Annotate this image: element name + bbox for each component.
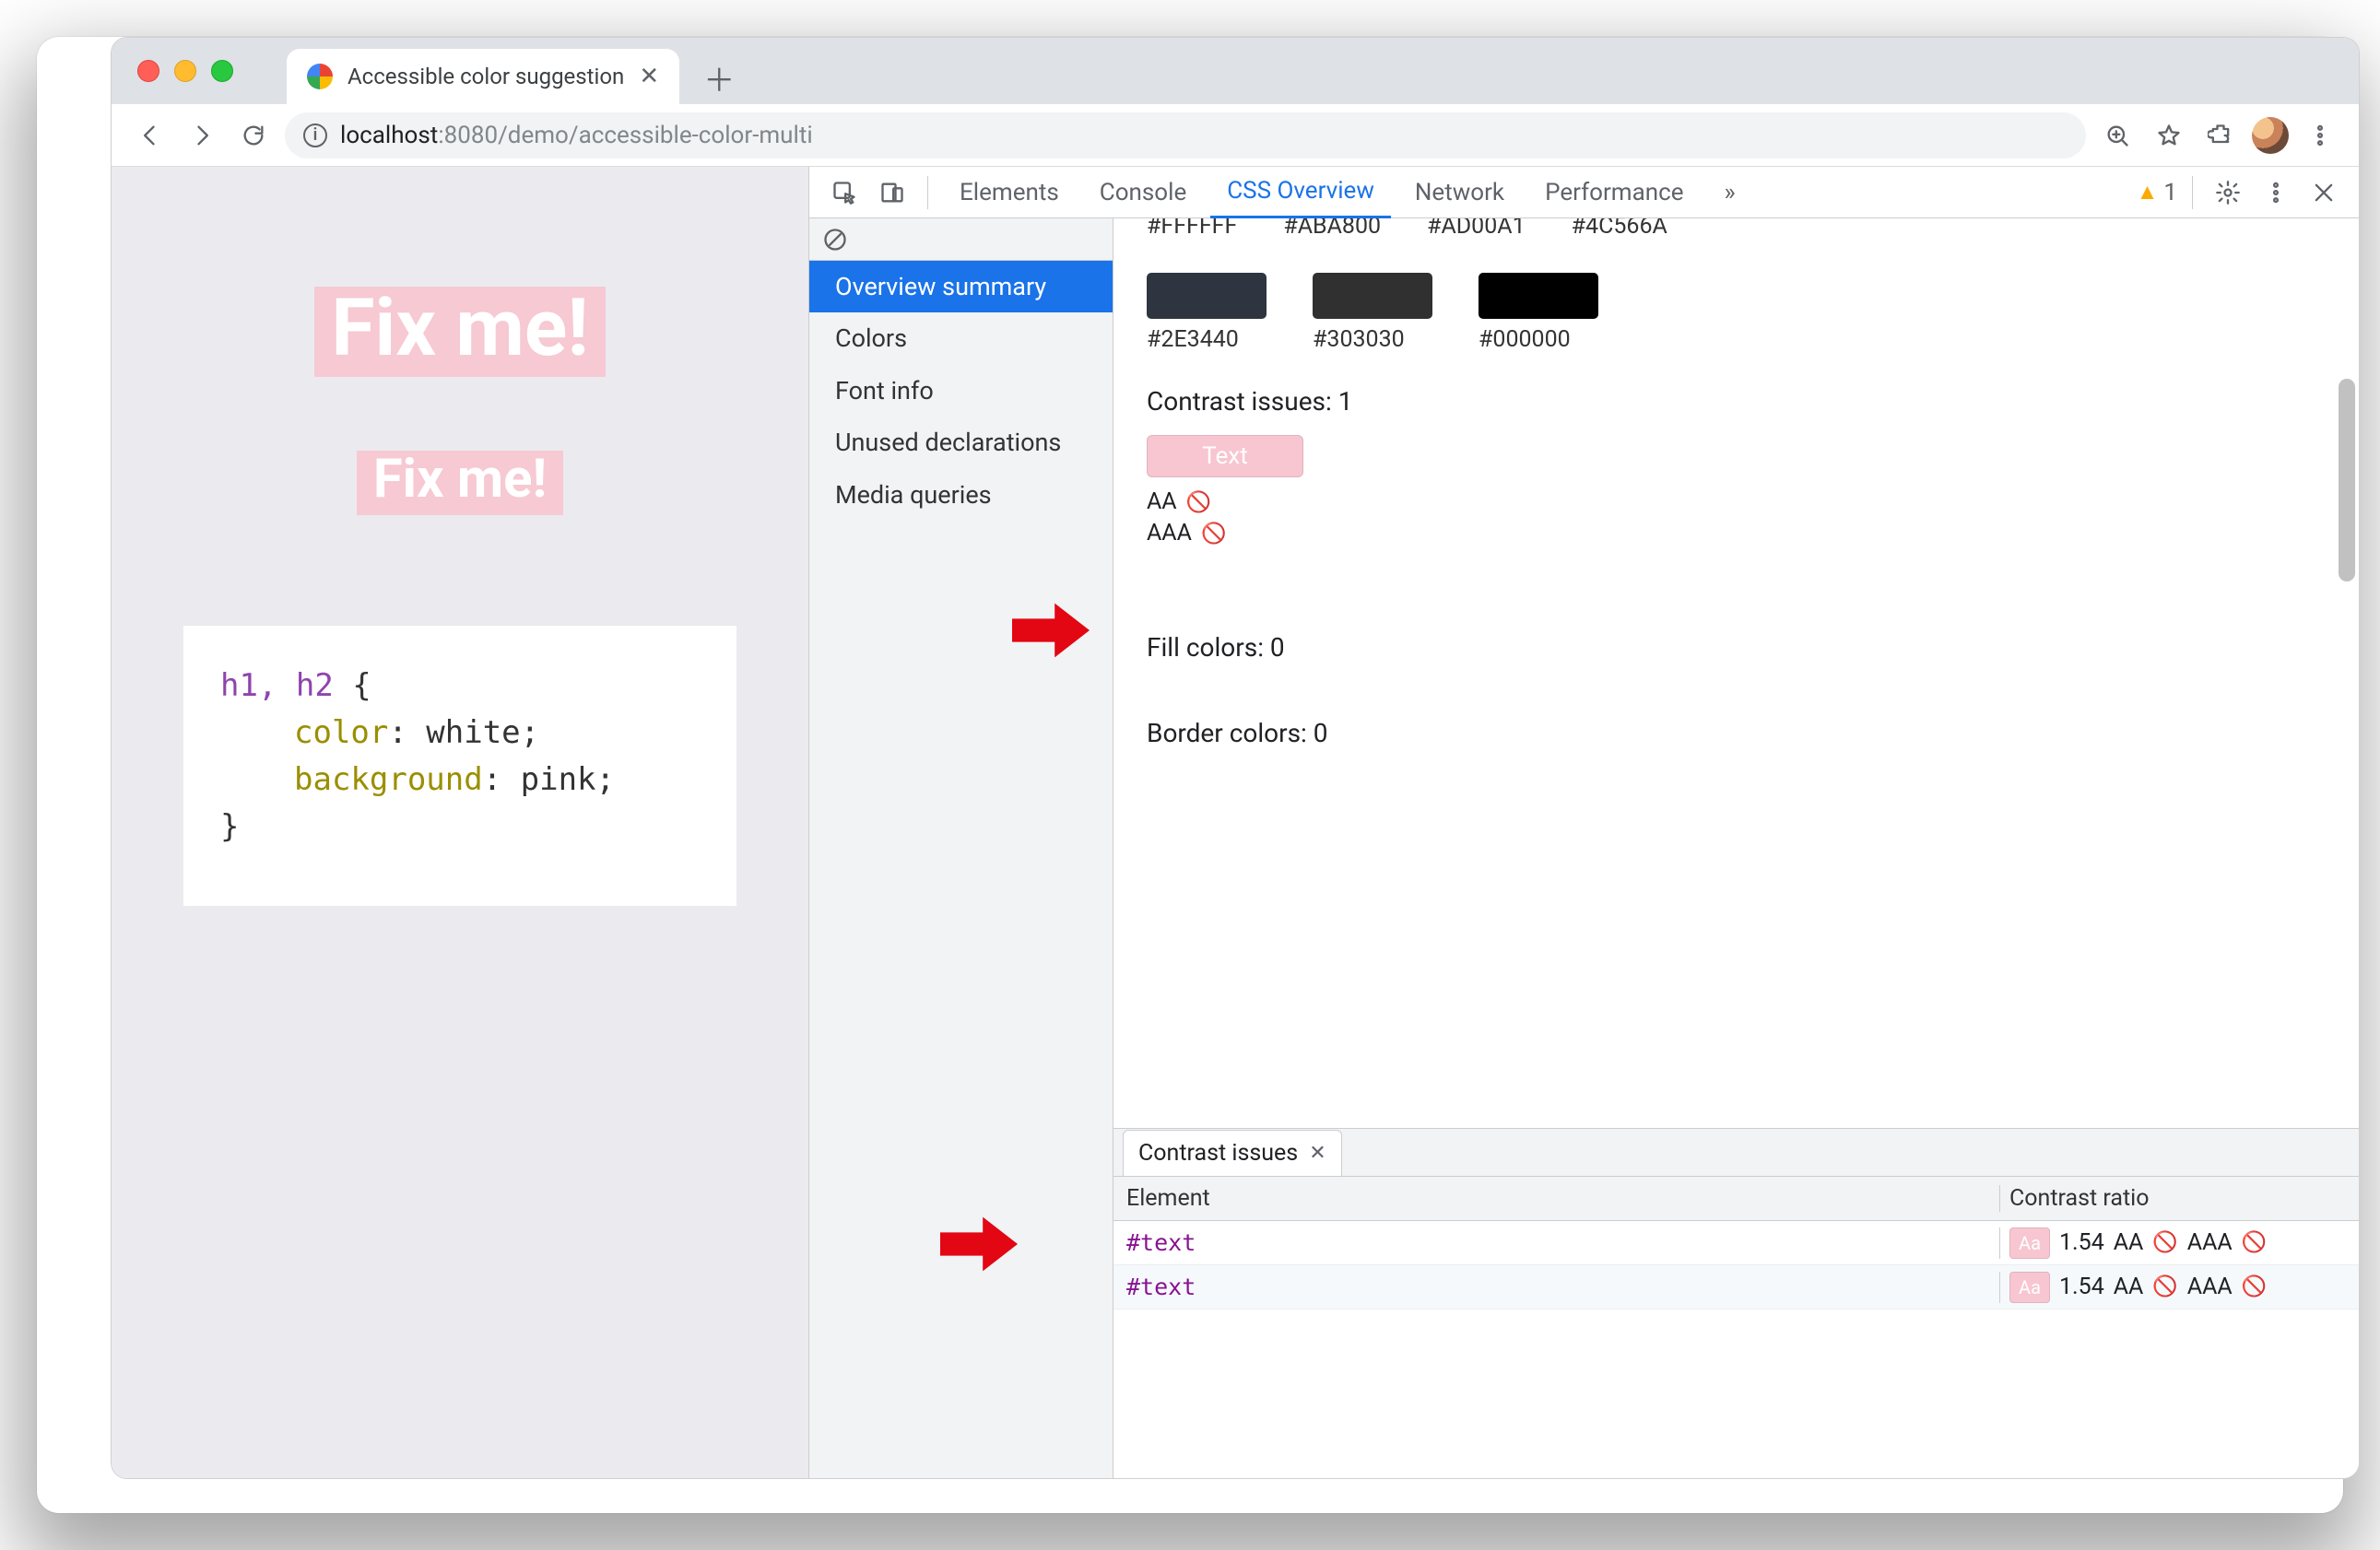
zoom-window-button[interactable] [211, 60, 233, 82]
swatch-label: #303030 [1313, 326, 1432, 353]
contrast-sample-chip: Aa [2009, 1272, 2050, 1303]
extensions-icon[interactable] [2200, 115, 2241, 156]
scrollbar-thumb[interactable] [2339, 379, 2355, 581]
address-bar[interactable]: i localhost:8080/demo/accessible-color-m… [285, 112, 2086, 159]
sidebar-item-media-queries[interactable]: Media queries [809, 469, 1113, 521]
browser-toolbar: i localhost:8080/demo/accessible-color-m… [112, 104, 2359, 167]
fail-icon: 🚫 [2152, 1231, 2177, 1254]
fail-icon: 🚫 [2242, 1231, 2267, 1254]
sidebar-item-font-info[interactable]: Font info [809, 365, 1113, 417]
sidebar-item-unused-declarations[interactable]: Unused declarations [809, 417, 1113, 468]
clear-overview-icon[interactable] [809, 218, 1113, 261]
devtools-close-icon[interactable] [2303, 172, 2344, 213]
border-colors-heading: Border colors: 0 [1147, 718, 2326, 748]
url-host: localhost [340, 122, 438, 149]
demo-code-block: h1, h2 { color: white; background: pink;… [183, 626, 736, 906]
favicon-icon [307, 64, 333, 89]
issues-warning[interactable]: ▲ 1 [2137, 179, 2177, 206]
new-tab-button[interactable]: ＋ [698, 56, 740, 99]
warning-icon: ▲ [2137, 179, 2159, 205]
device-toolbar-icon[interactable] [872, 172, 913, 213]
annotation-arrow-icon [940, 1216, 1018, 1272]
swatch-label: #4C566A [1572, 218, 1667, 240]
forward-button[interactable] [182, 115, 222, 156]
tab-strip: Accessible color suggestion ✕ ＋ [112, 38, 2359, 104]
color-swatch[interactable] [1147, 273, 1267, 319]
page-viewport: Fix me! Fix me! h1, h2 { color: white; b… [112, 167, 808, 1478]
chrome-menu-button[interactable] [2300, 115, 2340, 156]
swatch-label: #000000 [1479, 326, 1598, 353]
tab-css-overview[interactable]: CSS Overview [1210, 167, 1391, 218]
col-header-contrast: Contrast ratio [1999, 1185, 2359, 1212]
reload-button[interactable] [233, 115, 274, 156]
demo-heading-2: Fix me! [357, 451, 563, 515]
fail-icon: 🚫 [2242, 1275, 2267, 1298]
sidebar-item-overview-summary[interactable]: Overview summary [809, 261, 1113, 312]
contrast-issues-table: Element Contrast ratio #text Aa 1.54 AA [1113, 1177, 2359, 1478]
sidebar-item-colors[interactable]: Colors [809, 312, 1113, 364]
devtools-menu-icon[interactable] [2256, 172, 2296, 213]
swatch-label: #FFFFFF [1147, 218, 1237, 240]
site-info-icon[interactable]: i [303, 123, 327, 147]
browser-tab[interactable]: Accessible color suggestion ✕ [287, 49, 679, 104]
bookmark-star-icon[interactable] [2149, 115, 2189, 156]
swatch-label: #2E3440 [1147, 326, 1267, 353]
zoom-icon[interactable] [2097, 115, 2138, 156]
table-row[interactable]: #text Aa 1.54 AA 🚫 AAA 🚫 [1113, 1265, 2359, 1309]
tab-performance[interactable]: Performance [1528, 167, 1700, 218]
swatch-label: #ABA800 [1283, 218, 1381, 240]
devtools-panel: Elements Console CSS Overview Network Pe… [808, 167, 2359, 1478]
drawer-tab-close-icon[interactable]: ✕ [1309, 1142, 1325, 1165]
url-port: :8080 [438, 122, 498, 149]
contrast-levels: AA🚫 AAA🚫 [1147, 487, 2326, 549]
contrast-sample-chip: Aa [2009, 1227, 2050, 1259]
fail-icon: 🚫 [1201, 523, 1226, 546]
contrast-issues-heading: Contrast issues: 1 [1147, 386, 2326, 417]
browser-window: Accessible color suggestion ✕ ＋ i localh… [111, 37, 2360, 1479]
fill-colors-heading: Fill colors: 0 [1147, 632, 2326, 663]
contrast-issue-chip[interactable]: Text [1147, 435, 1303, 477]
color-swatch[interactable] [1479, 273, 1598, 319]
minimize-window-button[interactable] [174, 60, 196, 82]
fail-icon: 🚫 [2152, 1275, 2177, 1298]
col-header-element: Element [1113, 1185, 1999, 1212]
more-tabs-button[interactable]: » [1707, 167, 1751, 218]
devtools-settings-icon[interactable] [2208, 172, 2248, 213]
css-overview-sidebar: Overview summary Colors Font info Unused… [809, 218, 1113, 1478]
tab-elements[interactable]: Elements [943, 167, 1076, 218]
fail-icon: 🚫 [1186, 491, 1211, 514]
devtools-drawer: Contrast issues ✕ Element Contrast ratio [1113, 1128, 2359, 1478]
drawer-tab-contrast-issues[interactable]: Contrast issues ✕ [1123, 1130, 1342, 1176]
back-button[interactable] [130, 115, 171, 156]
color-swatch[interactable] [1313, 273, 1432, 319]
tab-close-button[interactable]: ✕ [639, 63, 659, 90]
swatch-label: #AD00A1 [1427, 218, 1526, 240]
url-path: /demo/accessible-color-multi [498, 122, 813, 149]
window-controls [137, 60, 233, 82]
tab-title: Accessible color suggestion [348, 64, 624, 89]
annotation-arrow-icon [1012, 603, 1090, 658]
table-row[interactable]: #text Aa 1.54 AA 🚫 AAA 🚫 [1113, 1221, 2359, 1265]
demo-heading-1: Fix me! [314, 287, 605, 377]
tab-network[interactable]: Network [1398, 167, 1521, 218]
devtools-tabs: Elements Console CSS Overview Network Pe… [809, 167, 2359, 218]
css-overview-pane: #FFFFFF #ABA800 #AD00A1 #4C566A #2E3440 [1113, 218, 2359, 1478]
inspect-element-icon[interactable] [824, 172, 865, 213]
close-window-button[interactable] [137, 60, 159, 82]
tab-console[interactable]: Console [1083, 167, 1203, 218]
profile-avatar[interactable] [2252, 117, 2289, 154]
